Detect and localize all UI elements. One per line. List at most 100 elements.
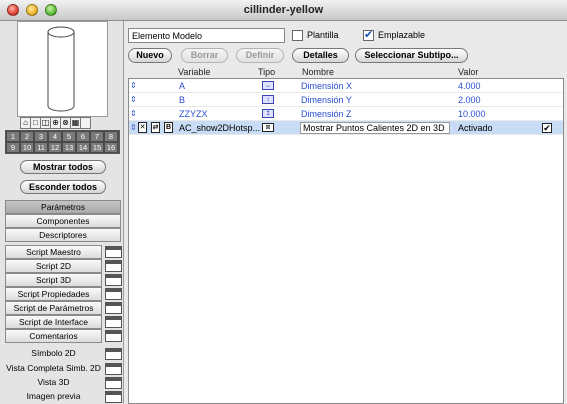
plantilla-label: Plantilla — [307, 30, 339, 40]
script-row-propiedades[interactable]: Script Propiedades — [5, 287, 123, 301]
reorder-arrows-icon[interactable]: ⇕ — [130, 107, 137, 121]
script-label[interactable]: Script de Parámetros — [5, 301, 102, 315]
seleccionar-subtipo-button[interactable]: Seleccionar Subtipo... — [355, 48, 468, 63]
open-window-icon[interactable] — [105, 274, 122, 286]
reorder-arrows-icon[interactable]: ⇕ — [130, 121, 137, 135]
parameters-panel: Plantilla Emplazable Nuevo Borrar Defini… — [125, 21, 567, 404]
variable-cell: A — [179, 81, 186, 91]
value-cell[interactable]: 4.000 — [458, 79, 481, 93]
table-row-selected[interactable]: ⇕ ✕ ⇄ B AC_show2DHotsp... ⊠ Mostrar Punt… — [129, 121, 563, 135]
header-variable[interactable]: Variable — [178, 67, 210, 77]
number-cell[interactable]: 7 — [90, 131, 104, 142]
hide-flag-icon[interactable]: ✕ — [138, 122, 147, 133]
number-cell[interactable]: 15 — [90, 142, 104, 153]
open-window-icon[interactable] — [105, 260, 122, 272]
open-window-icon[interactable] — [105, 391, 122, 403]
open-window-icon[interactable] — [105, 363, 122, 375]
detalles-button[interactable]: Detalles — [292, 48, 349, 63]
view-row-vista-completa[interactable]: Vista Completa Simb. 2D — [5, 362, 123, 376]
number-cell[interactable]: 2 — [20, 131, 34, 142]
cylinder-preview-icon — [47, 26, 75, 112]
view-row-vista-3d[interactable]: Vista 3D — [5, 376, 123, 390]
link-flag-icon[interactable]: ⇄ — [151, 122, 160, 133]
open-window-icon[interactable] — [105, 377, 122, 389]
open-window-icon[interactable] — [105, 246, 122, 258]
dimension-z-icon[interactable]: ↥ — [262, 109, 274, 118]
open-window-icon[interactable] — [105, 316, 122, 328]
emplazable-checkbox[interactable]: Emplazable — [363, 28, 425, 42]
header-tipo[interactable]: Tipo — [258, 67, 275, 77]
open-window-icon[interactable] — [105, 330, 122, 342]
name-cell[interactable]: Dimensión X — [301, 79, 352, 93]
number-cell[interactable]: 16 — [104, 142, 118, 153]
script-label[interactable]: Comentarios — [5, 329, 102, 343]
layer-number-grid: 1 2 3 4 5 6 7 8 9 10 11 12 13 14 15 16 — [5, 130, 120, 154]
reorder-arrows-icon[interactable]: ⇕ — [130, 93, 137, 107]
open-window-icon[interactable] — [105, 348, 122, 360]
number-cell[interactable]: 5 — [62, 131, 76, 142]
window-title: cillinder-yellow — [243, 4, 324, 16]
script-label[interactable]: Script Propiedades — [5, 287, 102, 301]
name-edit-field[interactable]: Mostrar Puntos Calientes 2D en 3D — [300, 122, 450, 134]
open-window-icon[interactable] — [105, 288, 122, 300]
open-window-icon[interactable] — [105, 302, 122, 314]
number-cell[interactable]: 10 — [20, 142, 34, 153]
boolean-type-icon[interactable]: ⊠ — [262, 123, 274, 132]
show-all-button[interactable]: Mostrar todos — [20, 160, 106, 174]
number-cell[interactable]: 14 — [76, 142, 90, 153]
borrar-button[interactable]: Borrar — [181, 48, 228, 63]
view-icon-7[interactable] — [80, 117, 91, 129]
header-valor[interactable]: Valor — [458, 67, 478, 77]
number-cell[interactable]: 9 — [6, 142, 20, 153]
view-row-imagen-previa[interactable]: Imagen previa — [5, 390, 123, 404]
name-cell[interactable]: Dimensión Z — [301, 107, 352, 121]
view-row-simbolo-2d[interactable]: Símbolo 2D — [5, 347, 123, 361]
table-row[interactable]: ⇕ ZZYZX ↥ Dimensión Z 10.000 — [129, 107, 563, 121]
script-label[interactable]: Script 2D — [5, 259, 102, 273]
bold-flag-icon[interactable]: B — [164, 122, 173, 133]
definir-button[interactable]: Definir — [236, 48, 284, 63]
tab-componentes[interactable]: Componentes — [5, 214, 121, 228]
number-cell[interactable]: 13 — [62, 142, 76, 153]
script-row-maestro[interactable]: Script Maestro — [5, 245, 123, 259]
number-cell[interactable]: 4 — [48, 131, 62, 142]
number-cell[interactable]: 12 — [48, 142, 62, 153]
number-cell[interactable]: 8 — [104, 131, 118, 142]
value-checkbox[interactable]: ✔ — [542, 123, 552, 133]
script-row-interface[interactable]: Script de Interface — [5, 315, 123, 329]
table-row[interactable]: ⇕ A ↔ Dimensión X 4.000 — [129, 79, 563, 93]
value-cell[interactable]: 2.000 — [458, 93, 481, 107]
left-panel: ⌂ □ ◫ ⊕ ⊗ ▦ 1 2 3 4 5 6 7 8 9 10 11 12 1… — [0, 21, 124, 404]
plantilla-checkbox-box[interactable] — [292, 29, 303, 41]
nuevo-button[interactable]: Nuevo — [128, 48, 172, 63]
table-row[interactable]: ⇕ B ↕ Dimensión Y 2.000 — [129, 93, 563, 107]
number-cell[interactable]: 3 — [34, 131, 48, 142]
value-cell[interactable]: Activado — [458, 121, 493, 135]
tab-parametros[interactable]: Parámetros — [5, 200, 121, 214]
element-name-input[interactable] — [128, 28, 285, 43]
view-label: Vista 3D — [37, 377, 70, 387]
tab-descriptores[interactable]: Descriptores — [5, 228, 121, 242]
emplazable-checkbox-box[interactable] — [363, 28, 374, 41]
script-row-2d[interactable]: Script 2D — [5, 259, 123, 273]
script-label[interactable]: Script de Interface — [5, 315, 102, 329]
name-cell[interactable]: Dimensión Y — [301, 93, 352, 107]
dimension-x-icon[interactable]: ↔ — [262, 81, 274, 90]
dimension-y-icon[interactable]: ↕ — [262, 95, 274, 104]
plantilla-checkbox[interactable]: Plantilla — [292, 28, 339, 42]
number-cell[interactable]: 1 — [6, 131, 20, 142]
number-cell[interactable]: 11 — [34, 142, 48, 153]
script-label[interactable]: Script 3D — [5, 273, 102, 287]
hide-all-button[interactable]: Esconder todos — [20, 180, 106, 194]
script-row-comentarios[interactable]: Comentarios — [5, 329, 123, 343]
header-nombre[interactable]: Nombre — [302, 67, 334, 77]
value-cell[interactable]: 10.000 — [458, 107, 486, 121]
number-cell[interactable]: 6 — [76, 131, 90, 142]
section-tabs: Parámetros Componentes Descriptores — [5, 200, 121, 242]
script-label[interactable]: Script Maestro — [5, 245, 102, 259]
reorder-arrows-icon[interactable]: ⇕ — [130, 79, 137, 93]
script-row-parametros[interactable]: Script de Parámetros — [5, 301, 123, 315]
view-label: Símbolo 2D — [31, 348, 76, 358]
view-label: Vista Completa Simb. 2D — [6, 363, 101, 373]
script-row-3d[interactable]: Script 3D — [5, 273, 123, 287]
